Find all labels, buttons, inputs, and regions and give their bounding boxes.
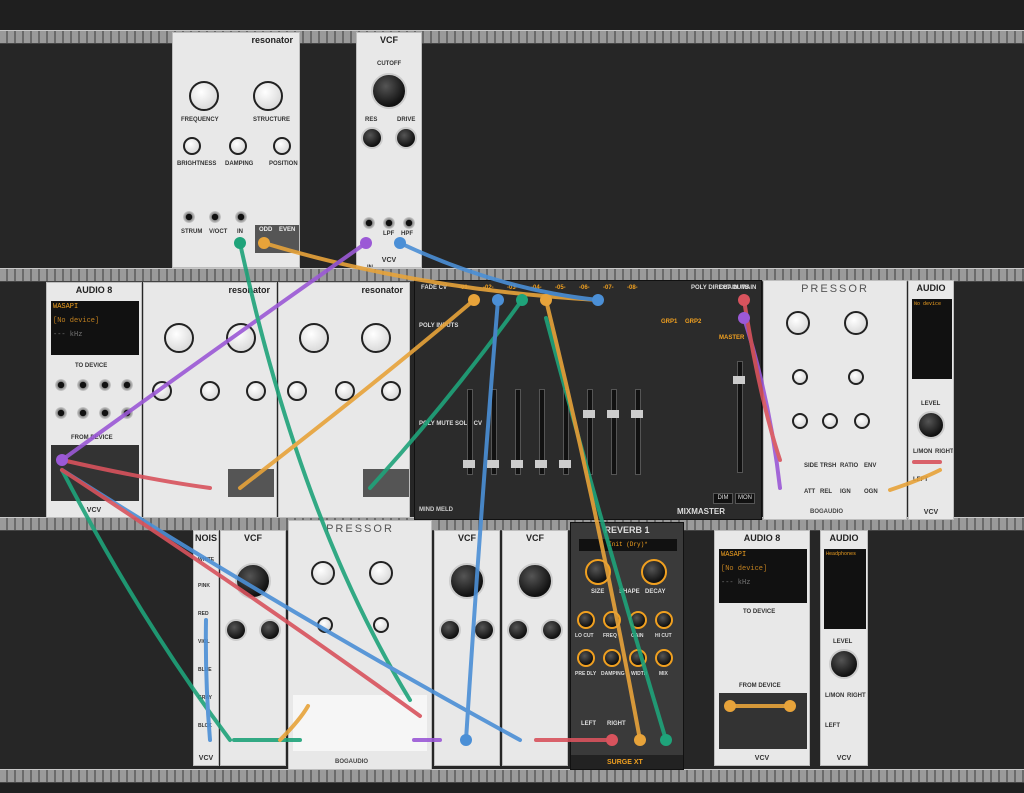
- cable-plug[interactable]: [592, 294, 604, 306]
- cable[interactable]: [368, 298, 524, 490]
- cable[interactable]: [888, 468, 942, 492]
- cable-plug[interactable]: [738, 294, 750, 306]
- cable-plug[interactable]: [540, 294, 552, 306]
- cable-plug[interactable]: [258, 237, 270, 249]
- cable-plug[interactable]: [634, 734, 646, 746]
- cable-plug[interactable]: [468, 294, 480, 306]
- cable[interactable]: [238, 298, 476, 490]
- patch-cables: [56, 237, 942, 746]
- cable[interactable]: [203, 618, 212, 742]
- cable-plug[interactable]: [360, 237, 372, 249]
- cable-plug[interactable]: [738, 312, 750, 324]
- cable[interactable]: [544, 298, 642, 742]
- cable-plug[interactable]: [234, 237, 246, 249]
- cable-plug[interactable]: [606, 734, 618, 746]
- cable-plug[interactable]: [492, 294, 504, 306]
- cable-plug[interactable]: [784, 700, 796, 712]
- cable[interactable]: [60, 468, 422, 718]
- cable[interactable]: [60, 468, 522, 742]
- cable[interactable]: [278, 704, 310, 742]
- cable-plug[interactable]: [660, 734, 672, 746]
- cable[interactable]: [60, 468, 232, 742]
- cable-plug[interactable]: [394, 237, 406, 249]
- cable-plug[interactable]: [724, 700, 736, 712]
- cable-plug[interactable]: [460, 734, 472, 746]
- cable-plug[interactable]: [516, 294, 528, 306]
- cable-plug[interactable]: [56, 454, 68, 466]
